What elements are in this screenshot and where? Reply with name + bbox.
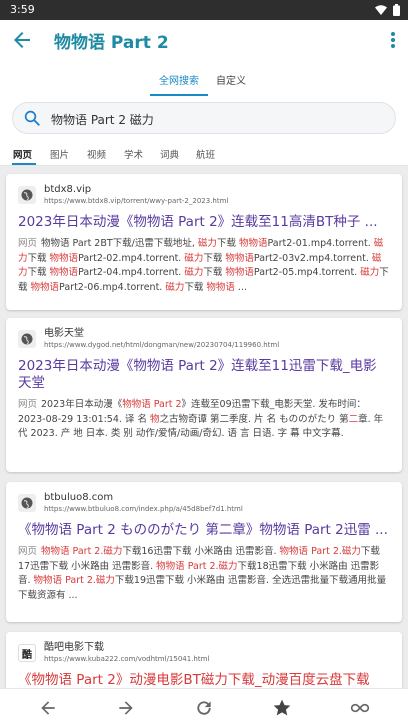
result-snippet: 网页 物物语 Part 2BT下载/迅雷下载地址, 磁力下载 物物语Part2-0…	[18, 238, 389, 293]
globe-icon	[18, 494, 36, 512]
back-icon[interactable]	[38, 698, 58, 718]
result-title[interactable]: 《物物语 Part 2》动漫电影BT磁力下载_动漫百度云盘下载	[18, 672, 390, 689]
star-icon[interactable]	[272, 698, 292, 718]
category-active-indicator	[12, 163, 36, 165]
back-arrow-icon[interactable]	[10, 28, 34, 52]
result-snippet: 网页 物物语 Part 2.磁力下载16迅雷下载 小米路由 迅雷影音. 物物语 P…	[18, 546, 387, 601]
snippet-label: 网页	[18, 399, 38, 410]
app-bar: 物物语 Part 2	[0, 20, 408, 60]
tab-academic[interactable]: 学术	[124, 147, 143, 161]
search-input[interactable]: 物物语 Part 2 磁力	[12, 102, 396, 134]
search-query-text: 物物语 Part 2 磁力	[51, 113, 154, 127]
result-card[interactable]: 电影天堂 https://www.dygod.net/html/dongman/…	[6, 318, 402, 472]
result-url: https://www.dygod.net/html/dongman/new/2…	[44, 341, 280, 349]
result-card[interactable]: btbuluo8.com https://www.btbuluo8.com/in…	[6, 482, 402, 622]
snippet-label: 网页	[18, 238, 38, 249]
tab-dictionary[interactable]: 词典	[160, 147, 179, 161]
forward-icon[interactable]	[116, 698, 136, 718]
refresh-icon[interactable]	[194, 698, 214, 718]
result-url: https://www.btdx8.vip/torrent/wwy-part-2…	[44, 197, 229, 205]
result-site: 酷吧电影下载	[44, 642, 104, 653]
search-icon	[24, 110, 40, 126]
wifi-icon	[375, 5, 387, 15]
status-time: 3:59	[10, 3, 35, 16]
globe-icon	[18, 186, 36, 204]
result-url: https://www.btbuluo8.com/index.php/a/45d…	[44, 505, 243, 513]
tab-custom[interactable]: 自定义	[216, 72, 246, 87]
result-url: https://www.kuba222.com/vodhtml/15041.ht…	[44, 655, 210, 663]
search-area: 物物语 Part 2 磁力	[0, 96, 408, 142]
result-snippet: 网页 2023年日本动漫《物物语 Part 2》连载至09迅雷下载_电影天堂. 发…	[18, 399, 384, 439]
result-card[interactable]: 酷 酷吧电影下载 https://www.kuba222.com/vodhtml…	[6, 632, 402, 692]
category-tabs: 网页 图片 视频 学术 词典 航班	[0, 142, 408, 166]
status-bar: 3:59	[0, 0, 408, 20]
battery-icon	[393, 4, 400, 16]
result-site: btbuluo8.com	[44, 492, 114, 503]
more-vert-icon[interactable]	[390, 30, 396, 50]
result-site: btdx8.vip	[44, 184, 92, 195]
bottom-navbar	[0, 688, 408, 726]
result-card[interactable]: btdx8.vip https://www.btdx8.vip/torrent/…	[6, 174, 402, 310]
tab-video[interactable]: 视频	[87, 147, 106, 161]
result-title[interactable]: 《物物语 Part 2 もののがたり 第二章》物物语 Part 2迅雷 ...	[18, 522, 390, 539]
snippet-label: 网页	[18, 546, 38, 557]
infinity-icon[interactable]	[350, 698, 370, 718]
globe-icon	[18, 330, 36, 348]
tab-flights[interactable]: 航班	[196, 147, 215, 161]
kuba-logo-icon: 酷	[18, 644, 36, 662]
tab-webpage[interactable]: 网页	[13, 147, 32, 161]
tab-web-search[interactable]: 全网搜索	[159, 72, 199, 87]
page-title: 物物语 Part 2	[54, 33, 169, 53]
result-title[interactable]: 2023年日本动漫《物物语 Part 2》连载至11迅雷下载_电影天堂	[18, 358, 390, 392]
mode-tabs: 全网搜索 自定义	[0, 60, 408, 96]
result-title[interactable]: 2023年日本动漫《物物语 Part 2》连载至11高清BT种子 ...	[18, 214, 390, 231]
result-site: 电影天堂	[44, 328, 84, 339]
tab-images[interactable]: 图片	[50, 147, 69, 161]
